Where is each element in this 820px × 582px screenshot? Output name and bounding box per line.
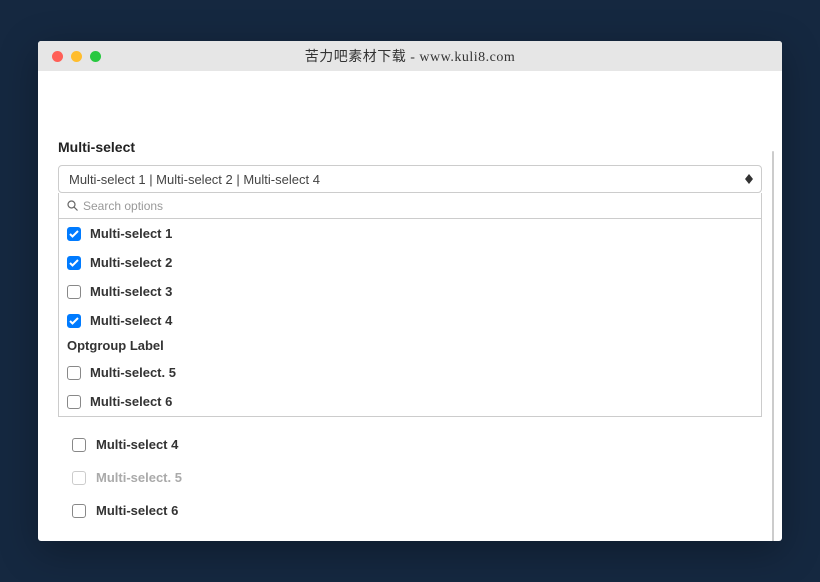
checkbox-icon[interactable] (67, 256, 81, 270)
search-input[interactable]: Search options (58, 193, 762, 219)
search-placeholder: Search options (83, 199, 163, 213)
option-label: Multi-select 2 (90, 255, 172, 270)
checkbox-icon[interactable] (67, 395, 81, 409)
checkbox-icon[interactable] (67, 285, 81, 299)
minimize-icon[interactable] (71, 51, 82, 62)
background-list: Multi-select 4 Multi-select. 5 Multi-sel… (72, 428, 758, 527)
checkbox-icon[interactable] (72, 504, 86, 518)
dropdown-option[interactable]: Multi-select 1 (59, 219, 761, 248)
option-label: Multi-select 4 (90, 313, 172, 328)
close-icon[interactable] (52, 51, 63, 62)
dropdown-option[interactable]: Multi-select 4 (59, 306, 761, 335)
traffic-lights (38, 51, 101, 62)
dropdown-option[interactable]: Multi-select. 5 (59, 358, 761, 387)
list-item[interactable]: Multi-select 6 (72, 494, 758, 527)
checkbox-icon[interactable] (72, 438, 86, 452)
dropdown-option[interactable]: Multi-select 3 (59, 277, 761, 306)
checkbox-icon[interactable] (67, 314, 81, 328)
dropdown-option[interactable]: Multi-select 2 (59, 248, 761, 277)
window: 苦力吧素材下载 - www.kuli8.com Multi-select 4 M… (38, 41, 782, 541)
scrollbar[interactable] (772, 151, 774, 541)
window-title: 苦力吧素材下载 - www.kuli8.com (305, 46, 515, 66)
option-label: Multi-select 1 (90, 226, 172, 241)
option-label: Multi-select 6 (96, 503, 178, 518)
content-area: Multi-select 4 Multi-select. 5 Multi-sel… (38, 71, 782, 541)
option-label: Multi-select 6 (90, 394, 172, 409)
checkbox-icon[interactable] (67, 227, 81, 241)
option-label: Multi-select. 5 (96, 470, 182, 485)
maximize-icon[interactable] (90, 51, 101, 62)
checkbox-icon[interactable] (72, 471, 86, 485)
option-label: Multi-select. 5 (90, 365, 176, 380)
checkbox-icon[interactable] (67, 366, 81, 380)
optgroup-label: Optgroup Label (59, 335, 761, 358)
sort-arrows-icon (745, 174, 753, 184)
selected-values: Multi-select 1 | Multi-select 2 | Multi-… (69, 172, 320, 187)
multiselect-display[interactable]: Multi-select 1 | Multi-select 2 | Multi-… (58, 165, 762, 193)
option-label: Multi-select 4 (96, 437, 178, 452)
list-item[interactable]: Multi-select 4 (72, 428, 758, 461)
dropdown-panel: Multi-select 1 Multi-select 2 Multi-sele… (58, 219, 762, 417)
option-label: Multi-select 3 (90, 284, 172, 299)
titlebar: 苦力吧素材下载 - www.kuli8.com (38, 41, 782, 71)
dropdown-option[interactable]: Multi-select 6 (59, 387, 761, 416)
list-item[interactable]: Multi-select. 5 (72, 461, 758, 494)
search-icon (67, 200, 78, 211)
field-label: Multi-select (58, 139, 762, 155)
